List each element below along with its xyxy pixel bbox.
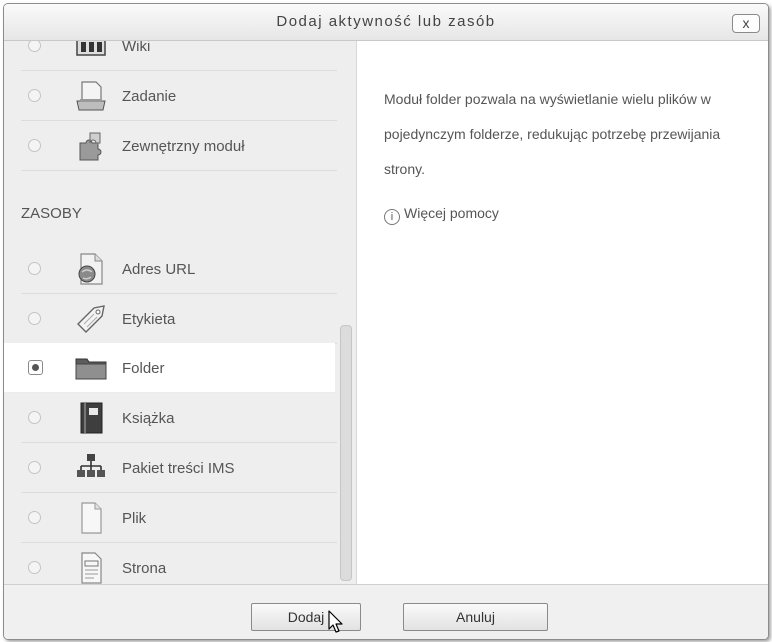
page-icon	[81, 552, 102, 584]
module-list[interactable]: Wiki Zadanie Zewnętrzny moduł ZASOBY Adr…	[4, 41, 357, 584]
radio-wiki[interactable]	[28, 41, 41, 52]
radio-folder[interactable]	[28, 360, 43, 375]
module-item-file[interactable]: Plik	[21, 493, 337, 543]
module-item-folder[interactable]: Folder	[4, 343, 335, 393]
close-icon: x	[742, 15, 750, 31]
url-icon	[78, 253, 103, 285]
module-label: Plik	[122, 510, 147, 527]
module-label: Pakiet treści IMS	[122, 460, 235, 477]
more-help-link[interactable]: i Więcej pomocy	[384, 205, 499, 225]
ims-package-icon	[77, 454, 105, 477]
radio-page[interactable]	[28, 561, 41, 574]
more-help-label: Więcej pomocy	[404, 205, 499, 221]
module-item-url[interactable]: Adres URL	[21, 244, 337, 294]
module-label: Folder	[122, 360, 165, 377]
mouse-cursor-icon	[328, 610, 343, 633]
external-tool-icon	[79, 132, 102, 161]
dialog-titlebar: Dodaj aktywność lub zasób x	[4, 4, 768, 41]
module-label: Strona	[122, 560, 167, 577]
module-label: Adres URL	[122, 261, 196, 278]
section-heading-resources: ZASOBY	[21, 205, 82, 222]
assignment-icon	[76, 81, 106, 111]
label-icon	[77, 305, 105, 333]
book-icon	[80, 402, 103, 434]
folder-icon	[75, 358, 107, 380]
wiki-icon	[76, 41, 106, 56]
radio-ims-package[interactable]	[28, 461, 41, 474]
radio-book[interactable]	[28, 411, 41, 424]
module-label: Zadanie	[122, 88, 177, 105]
module-item-external-tool[interactable]: Zewnętrzny moduł	[21, 121, 337, 171]
radio-zadanie[interactable]	[28, 89, 41, 102]
module-label: Zewnętrzny moduł	[122, 138, 245, 155]
add-activity-dialog: Dodaj aktywność lub zasób x Wiki Zadanie…	[3, 3, 769, 640]
radio-label[interactable]	[28, 312, 41, 325]
module-item-label[interactable]: Etykieta	[21, 294, 337, 344]
module-label: Wiki	[122, 41, 151, 55]
info-icon: i	[384, 209, 400, 225]
radio-file[interactable]	[28, 511, 41, 524]
module-item-page[interactable]: Strona	[21, 543, 337, 584]
radio-url[interactable]	[28, 262, 41, 275]
module-item-ims-package[interactable]: Pakiet treści IMS	[21, 443, 337, 493]
module-item-zadanie[interactable]: Zadanie	[21, 71, 337, 121]
module-label: Etykieta	[122, 311, 176, 328]
module-description: Moduł folder pozwala na wyświetlanie wie…	[384, 91, 721, 177]
dialog-title: Dodaj aktywność lub zasób	[276, 13, 496, 30]
module-item-wiki[interactable]: Wiki	[21, 41, 337, 71]
cancel-button[interactable]: Anuluj	[403, 603, 548, 631]
radio-external-tool[interactable]	[28, 139, 41, 152]
file-icon	[81, 502, 102, 534]
module-label: Książka	[122, 410, 175, 427]
dialog-footer: Dodaj Anuluj	[4, 584, 768, 639]
close-button[interactable]: x	[732, 14, 760, 33]
add-button[interactable]: Dodaj	[251, 603, 361, 631]
module-list-scrollbar[interactable]	[340, 325, 352, 581]
module-item-book[interactable]: Książka	[21, 393, 337, 443]
